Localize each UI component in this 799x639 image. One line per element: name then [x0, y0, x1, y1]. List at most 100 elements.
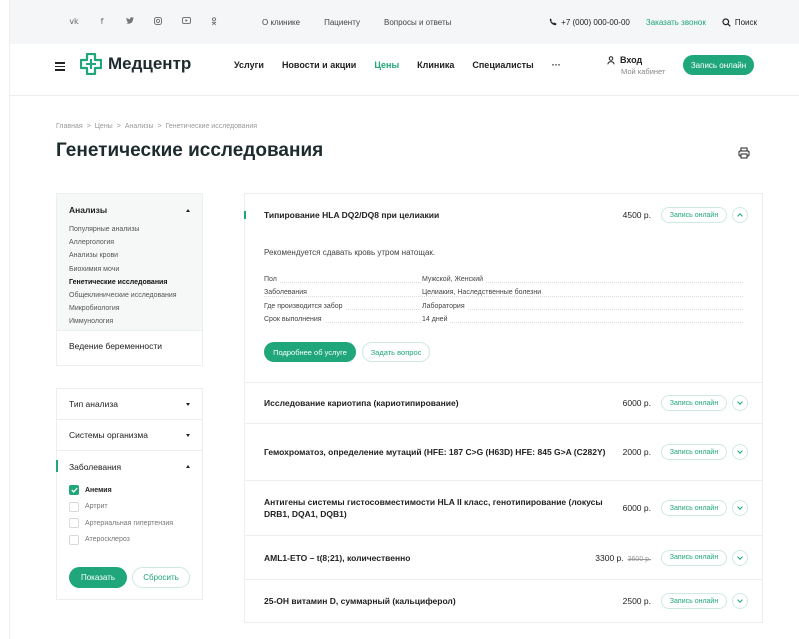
category-item[interactable]: Биохимия мочи [69, 263, 190, 276]
search-button[interactable]: Поиск [722, 18, 757, 27]
service-row[interactable]: AML1-ETO – t(8;21), количественно 3300 р.… [245, 536, 762, 579]
chevron-down-icon [737, 399, 743, 406]
twitter-icon[interactable] [116, 16, 144, 28]
expand-toggle[interactable] [732, 549, 748, 566]
top-link-about[interactable]: О клинике [262, 18, 300, 27]
category-item[interactable]: Иммунология [69, 315, 190, 328]
category-section-header[interactable]: Анализы [69, 205, 190, 215]
services-list: Типирование HLA DQ2/DQ8 при целиакии 4500… [244, 193, 763, 624]
service-details: Рекомендуется сдавать кровь утром натоща… [245, 248, 762, 363]
checkbox-item[interactable]: Атеросклероз [57, 532, 202, 549]
breadcrumb-prices[interactable]: Цены [95, 123, 113, 130]
checkbox-item[interactable]: Артрит [57, 499, 202, 516]
category-item[interactable]: Аллергология [69, 236, 190, 249]
page-title: Генетические исследования [56, 140, 324, 161]
breadcrumb-analyses[interactable]: Анализы [125, 123, 154, 130]
expand-toggle[interactable] [732, 395, 748, 412]
prop-value-cell: Лаборатория [422, 302, 743, 310]
filter-type[interactable]: Тип анализа [57, 389, 202, 420]
nav-more[interactable]: ··· [552, 60, 561, 70]
service-item: Антигены системы гистосовместимости HLA … [245, 481, 762, 537]
expand-toggle[interactable] [732, 207, 748, 223]
prop-row: Срок выполнения 14 дней [264, 313, 743, 326]
book-online-button[interactable]: Запись онлайн [661, 549, 727, 566]
breadcrumb: Главная > Цены > Анализы > Генетические … [56, 123, 257, 130]
phone-link[interactable]: +7 (000) 000-00-00 [549, 18, 630, 27]
vk-icon[interactable]: vk [60, 17, 88, 28]
book-online-button[interactable]: Запись онлайн [661, 500, 727, 517]
phone-number: +7 (000) 000-00-00 [561, 17, 630, 27]
ask-question-button[interactable]: Задать вопрос [362, 342, 430, 363]
nav-news[interactable]: Новости и акции [282, 60, 356, 70]
service-row[interactable]: Гемохроматоз, определение мутаций (HFE: … [245, 424, 762, 480]
service-row[interactable]: Типирование HLA DQ2/DQ8 при целиакии 4500… [245, 194, 762, 236]
expand-toggle[interactable] [732, 593, 748, 610]
menu-icon[interactable] [55, 62, 65, 71]
checkbox-label: Атеросклероз [85, 536, 130, 544]
book-online-button[interactable]: Запись онлайн [683, 55, 754, 75]
top-link-faq[interactable]: Вопросы и ответы [384, 18, 451, 27]
more-details-button[interactable]: Подробнее об услуге [264, 342, 356, 363]
service-title[interactable]: Гемохроматоз, определение мутаций (HFE: … [264, 446, 623, 458]
checkbox[interactable] [69, 485, 79, 496]
pregnancy-link[interactable]: Ведение беременности [57, 330, 202, 361]
prop-key: Заболевания [264, 289, 310, 297]
service-title[interactable]: Антигены системы гистосовместимости HLA … [264, 496, 623, 520]
instagram-icon[interactable] [144, 16, 172, 28]
checkbox[interactable] [69, 534, 79, 545]
login-link[interactable]: Вход Мой кабинет [607, 55, 665, 76]
category-item[interactable]: Микробиология [69, 302, 190, 315]
service-price: 4500 р. [623, 210, 651, 220]
service-row[interactable]: 25-ОН витамин D, суммарный (кальциферол)… [245, 580, 762, 622]
odnoklassniki-icon[interactable] [200, 16, 228, 28]
chevron-up-icon [737, 213, 743, 219]
facebook-icon[interactable]: f [88, 17, 116, 28]
filter-diseases[interactable]: Заболевания [56, 451, 202, 482]
checkbox[interactable] [69, 518, 79, 529]
book-online-button[interactable]: Запись онлайн [661, 395, 727, 412]
service-title[interactable]: AML1-ETO – t(8;21), количественно [264, 552, 595, 564]
top-link-patient[interactable]: Пациенту [324, 18, 360, 27]
expand-toggle[interactable] [732, 500, 748, 517]
reset-button[interactable]: Сбросить [132, 567, 190, 588]
cabinet-label: Мой кабинет [621, 67, 666, 76]
category-item[interactable]: Генетические исследования [69, 276, 190, 289]
callback-link[interactable]: Заказать звонок [646, 18, 706, 27]
expand-toggle[interactable] [732, 444, 748, 461]
nav-services[interactable]: Услуги [234, 60, 264, 70]
prop-value: Целиакия, Наследственные болезни [422, 289, 545, 297]
category-item[interactable]: Общеклинические исследования [69, 289, 190, 302]
show-button[interactable]: Показать [69, 567, 127, 588]
logo[interactable]: Медцентр [80, 53, 191, 75]
checkbox-item[interactable]: Анемия [57, 482, 202, 499]
nav-prices[interactable]: Цены [374, 60, 399, 70]
service-row[interactable]: Антигены системы гистосовместимости HLA … [245, 481, 762, 535]
price-value: 6000 р. [622, 503, 651, 514]
service-title[interactable]: Исследование кариотипа (кариотипирование… [264, 397, 623, 409]
breadcrumb-home[interactable]: Главная [56, 123, 83, 130]
prop-value-cell: Мужской, Женский [422, 276, 743, 284]
book-online-button[interactable]: Запись онлайн [661, 207, 727, 223]
checkbox-item[interactable]: Артериальная гипертензия [57, 515, 202, 532]
nav-clinic[interactable]: Клиника [417, 60, 454, 70]
service-price: 2000 р. [623, 447, 651, 457]
service-title[interactable]: Типирование HLA DQ2/DQ8 при целиакии [264, 209, 623, 221]
filter-systems[interactable]: Системы организма [57, 420, 202, 451]
category-section-title: Анализы [69, 205, 108, 215]
check-icon [70, 487, 78, 494]
category-item[interactable]: Анализы крови [69, 249, 190, 262]
active-marker [56, 460, 58, 472]
search-label: Поиск [734, 17, 757, 27]
nav-specialists[interactable]: Специалисты [472, 60, 533, 70]
service-row[interactable]: Исследование кариотипа (кариотипирование… [245, 383, 762, 423]
logo-cross-icon [80, 53, 102, 75]
service-title[interactable]: 25-ОН витамин D, суммарный (кальциферол) [264, 595, 623, 607]
category-item[interactable]: Популярные анализы [69, 223, 190, 236]
logo-text: Медцентр [108, 54, 192, 73]
book-online-button[interactable]: Запись онлайн [661, 593, 727, 610]
youtube-icon[interactable] [172, 16, 200, 28]
checkbox[interactable] [69, 501, 79, 512]
book-online-button[interactable]: Запись онлайн [661, 444, 727, 461]
filter-panel: Тип анализа Системы организма Заболевани… [56, 388, 203, 600]
print-icon[interactable] [738, 147, 750, 159]
